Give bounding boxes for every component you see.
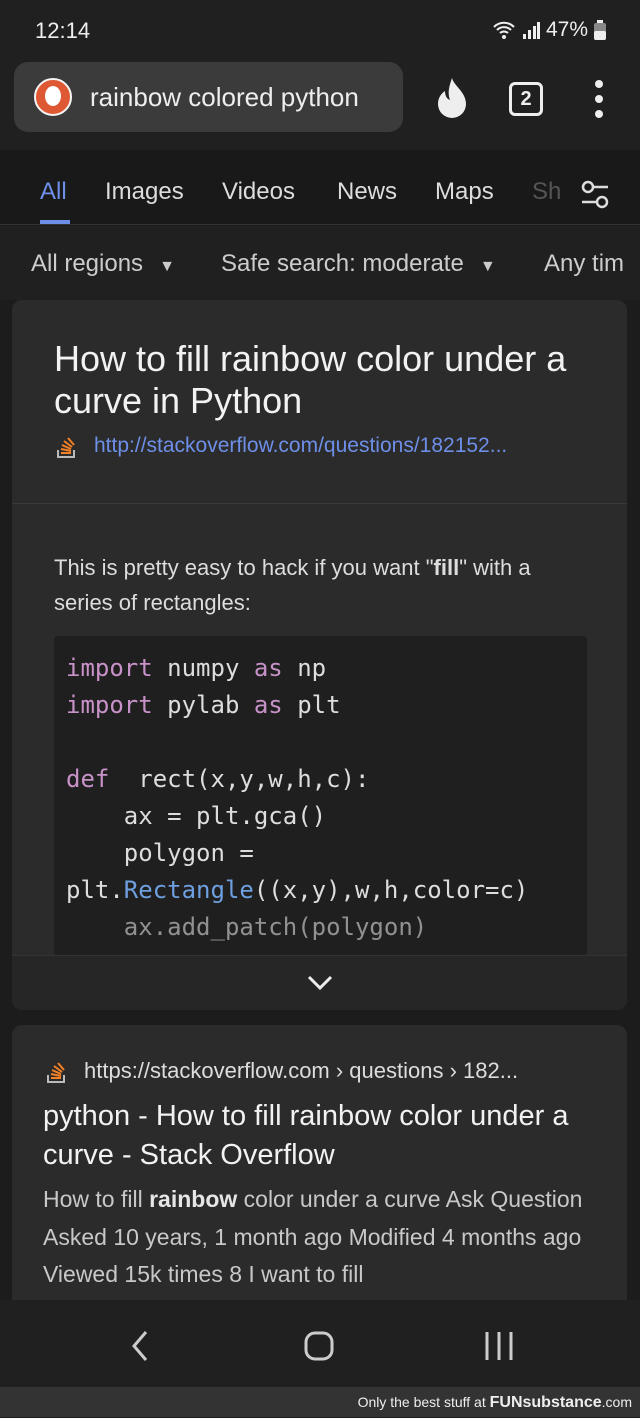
status-bar: 12:14 47%	[0, 0, 640, 62]
home-icon[interactable]	[304, 1331, 334, 1361]
fire-icon[interactable]	[434, 76, 470, 120]
answer-source-link[interactable]: http://stackoverflow.com/questions/18215…	[94, 434, 507, 458]
tab-shopping[interactable]: Sh	[532, 178, 561, 206]
wifi-icon	[493, 21, 515, 39]
answer-title[interactable]: How to fill rainbow color under a curve …	[54, 338, 574, 422]
search-query[interactable]: rainbow colored python	[90, 82, 385, 113]
code-block: import numpy as np import pylab as plt de…	[54, 636, 587, 956]
time-filter[interactable]: Any tim	[544, 250, 624, 278]
code-line: import numpy as np	[66, 654, 327, 682]
tab-images[interactable]: Images	[105, 178, 184, 206]
stackoverflow-icon	[47, 1062, 65, 1083]
signal-icon	[522, 22, 540, 39]
safe-search-filter[interactable]: Safe search: moderate ▼	[221, 250, 496, 278]
tab-switcher-button[interactable]: 2	[509, 82, 543, 116]
duckduckgo-logo	[34, 78, 72, 116]
tab-videos[interactable]: Videos	[222, 178, 295, 206]
result-title[interactable]: python - How to fill rainbow color under…	[43, 1097, 583, 1175]
settings-sliders-icon[interactable]	[580, 180, 610, 210]
stackoverflow-icon	[57, 437, 75, 458]
clock: 12:14	[35, 18, 91, 43]
chevron-down-icon	[307, 975, 332, 991]
dropdown-arrow-icon: ▼	[159, 258, 175, 275]
result-url[interactable]: https://stackoverflow.com › questions › …	[84, 1058, 518, 1084]
tab-all[interactable]: All	[40, 178, 67, 206]
dropdown-arrow-icon: ▼	[479, 258, 496, 275]
divider	[12, 503, 627, 504]
tab-maps[interactable]: Maps	[435, 178, 494, 206]
search-tabs: All Images Videos News Maps Sh	[0, 150, 640, 225]
code-line: ax.add_patch(polygon)	[66, 913, 428, 941]
code-line: plt.Rectangle((x,y),w,h,color=c)	[66, 876, 529, 904]
code-line: polygon =	[66, 839, 254, 867]
more-menu-icon[interactable]	[592, 80, 606, 118]
code-line: def rect(x,y,w,h,c):	[66, 765, 370, 793]
region-filter[interactable]: All regions ▼	[31, 250, 175, 278]
result-snippet: How to fill rainbow color under a curve …	[43, 1186, 583, 1287]
tab-news[interactable]: News	[337, 178, 397, 206]
watermark: Only the best stuff at FUNsubstance.com	[0, 1387, 640, 1417]
code-line: ax = plt.gca()	[66, 802, 327, 830]
system-nav-bar	[0, 1300, 640, 1387]
recent-apps-icon[interactable]	[484, 1331, 514, 1361]
back-icon[interactable]	[130, 1330, 150, 1362]
expand-button[interactable]	[12, 955, 627, 1010]
code-line: import pylab as plt	[66, 691, 341, 719]
battery-icon	[594, 20, 606, 40]
battery-percent: 47%	[545, 18, 588, 41]
browser-toolbar: rainbow colored python 2	[0, 62, 640, 150]
filter-bar: All regions ▼ Safe search: moderate ▼ Any …	[0, 226, 640, 300]
search-bar[interactable]: rainbow colored python	[14, 62, 403, 132]
answer-snippet: This is pretty easy to hack if you want …	[54, 555, 531, 615]
instant-answer-card: How to fill rainbow color under a curve …	[12, 300, 627, 1010]
active-tab-indicator	[40, 220, 70, 224]
search-result: https://stackoverflow.com › questions › …	[12, 1025, 627, 1315]
